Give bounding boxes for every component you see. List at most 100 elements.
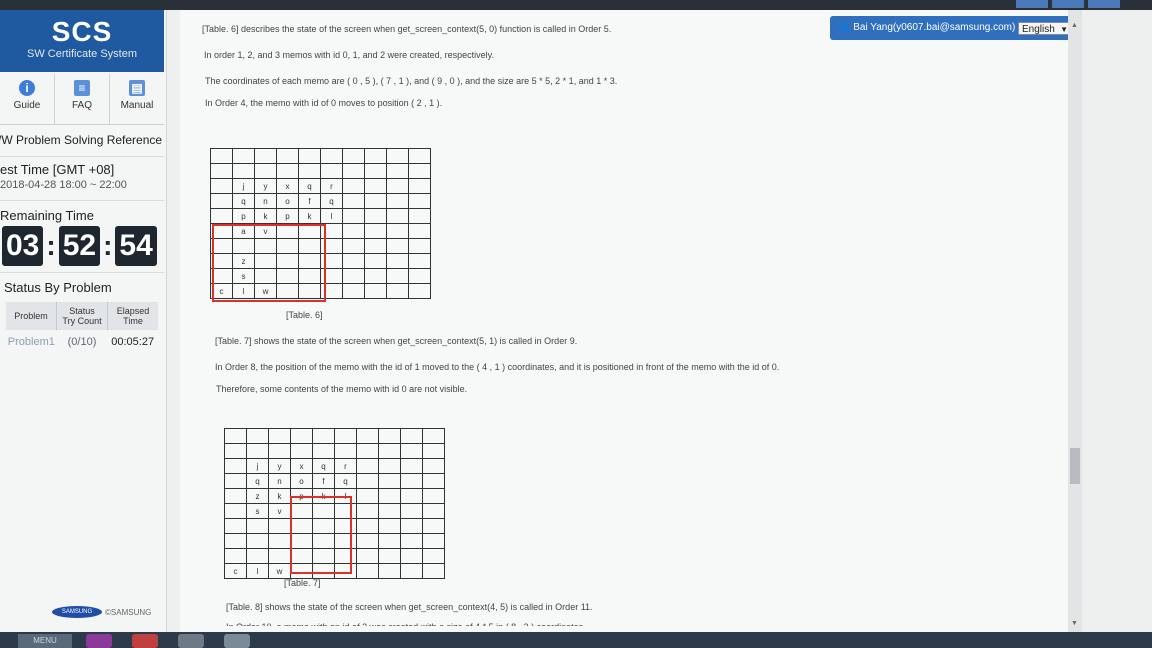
grid-cell xyxy=(342,193,365,209)
grid-cell xyxy=(378,488,401,504)
nav-guide[interactable]: i Guide xyxy=(0,74,55,124)
grid-cell xyxy=(378,473,401,489)
grid-cell xyxy=(386,253,409,269)
grid-cell xyxy=(246,548,269,564)
grid-cell xyxy=(386,163,409,179)
grid-cell xyxy=(422,428,445,444)
problem-content: [Table. 6] describes the state of the sc… xyxy=(180,10,1076,632)
brand-subtitle: SW Certificate System xyxy=(26,48,138,60)
user-name[interactable]: 👤 Bai Yang(y0607.bai@samsung.com) xyxy=(838,22,1015,33)
grid-cell xyxy=(364,223,387,239)
grid-cell xyxy=(246,518,269,534)
grid-cell xyxy=(298,163,321,179)
grid-cell xyxy=(254,148,277,164)
language-select[interactable]: English ▼ xyxy=(1018,22,1072,35)
taskbar-app-icon[interactable] xyxy=(86,634,112,648)
monitor-top-bar xyxy=(0,0,1152,10)
taskbar-app-icon[interactable] xyxy=(132,634,158,648)
grid-cell: r xyxy=(320,178,343,194)
grid-cell xyxy=(312,428,335,444)
grid-cell: y xyxy=(254,178,277,194)
grid-cell: k xyxy=(268,488,291,504)
grid-cell xyxy=(364,208,387,224)
grid-cell xyxy=(268,428,291,444)
status-title: Status By Problem xyxy=(4,280,112,295)
grid-cell xyxy=(408,253,431,269)
grid-cell xyxy=(400,533,423,549)
nav-faq-label: FAQ xyxy=(71,100,92,111)
colon: : xyxy=(103,230,113,261)
brand-title: SCS xyxy=(51,16,113,47)
nav-faq[interactable]: ≡ FAQ xyxy=(55,74,110,124)
grid-cell xyxy=(356,458,379,474)
grid-cell xyxy=(378,443,401,459)
grid-cell xyxy=(246,533,269,549)
grid-cell xyxy=(386,223,409,239)
window-button[interactable] xyxy=(1088,0,1120,8)
samsung-logo: SAMSUNG ©SAMSUNG xyxy=(52,606,151,618)
countdown-clock: 03 : 52 : 54 xyxy=(2,226,157,266)
grid-cell xyxy=(408,178,431,194)
grid-cell xyxy=(364,193,387,209)
grid-cell xyxy=(342,253,365,269)
grid-cell xyxy=(210,193,233,209)
scroll-thumb[interactable] xyxy=(1070,448,1080,484)
grid-cell xyxy=(422,503,445,519)
grid-cell: q xyxy=(320,193,343,209)
vertical-scrollbar[interactable]: ▲ ▼ xyxy=(1068,10,1082,632)
nav-manual[interactable]: ▤ Manual xyxy=(110,74,164,124)
grid-cell xyxy=(232,163,255,179)
grid-cell xyxy=(342,223,365,239)
grid-row xyxy=(210,148,431,164)
grid-cell: v xyxy=(268,503,291,519)
scroll-down-icon[interactable]: ▼ xyxy=(1071,620,1078,627)
status-header-count: Status Try Count xyxy=(57,302,108,330)
grid-cell xyxy=(378,518,401,534)
grid-cell xyxy=(298,148,321,164)
grid-cell: y xyxy=(268,458,291,474)
grid-cell xyxy=(378,533,401,549)
taskbar-app-icon[interactable] xyxy=(178,634,204,648)
grid-row xyxy=(224,443,445,459)
window-button[interactable] xyxy=(1052,0,1084,8)
grid-cell xyxy=(224,533,247,549)
grid-cell xyxy=(268,518,291,534)
grid-cell: r xyxy=(334,458,357,474)
grid-cell: o xyxy=(276,193,299,209)
info-icon: i xyxy=(19,80,35,96)
grid-cell xyxy=(210,178,233,194)
grid-cell xyxy=(422,488,445,504)
grid-cell xyxy=(232,148,255,164)
faq-icon: ≡ xyxy=(74,80,90,96)
grid-cell xyxy=(364,148,387,164)
paragraph: In order 1, 2, and 3 memos with id 0, 1,… xyxy=(204,50,494,60)
language-value: English xyxy=(1022,24,1055,35)
grid-cell xyxy=(356,533,379,549)
window-button[interactable] xyxy=(1016,0,1048,8)
colon: : xyxy=(46,230,56,261)
paragraph: [Table. 6] describes the state of the sc… xyxy=(202,24,612,34)
grid-row: qnofq xyxy=(210,193,431,209)
grid-cell xyxy=(400,563,423,579)
paragraph: Therefore, some contents of the memo wit… xyxy=(216,384,468,394)
grid-cell: q xyxy=(232,193,255,209)
grid-cell xyxy=(268,533,291,549)
status-problem[interactable]: Problem1 xyxy=(6,336,57,348)
start-menu-button[interactable]: MENU xyxy=(18,634,72,648)
brand-block[interactable]: SCS SW Certificate System xyxy=(0,10,164,72)
user-bar: 👤 Bai Yang(y0607.bai@samsung.com) Englis… xyxy=(830,16,1080,40)
grid-cell xyxy=(224,518,247,534)
reference-link[interactable]: /W Problem Solving Reference xyxy=(0,124,164,157)
grid-cell xyxy=(342,238,365,254)
scroll-up-icon[interactable]: ▲ xyxy=(1071,22,1078,29)
taskbar-app-icon[interactable] xyxy=(224,634,250,648)
grid-cell xyxy=(422,548,445,564)
grid-cell xyxy=(364,283,387,299)
grid-cell xyxy=(312,443,335,459)
grid-cell xyxy=(356,563,379,579)
grid-cell xyxy=(356,443,379,459)
nav-manual-label: Manual xyxy=(120,100,154,111)
status-row[interactable]: Problem1 (0/10) 00:05:27 xyxy=(6,336,158,348)
grid-cell: z xyxy=(246,488,269,504)
grid-cell xyxy=(422,458,445,474)
